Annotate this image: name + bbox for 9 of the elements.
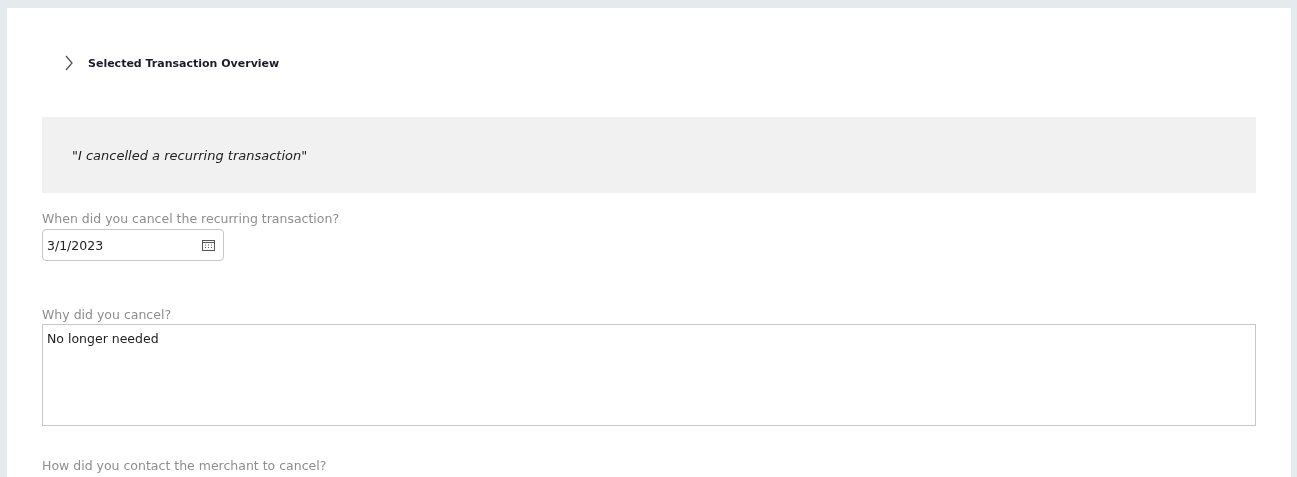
section-title[interactable]: Selected Transaction Overview: [88, 56, 280, 70]
quote-text: "I cancelled a recurring transaction": [72, 147, 308, 163]
field-label: When did you cancel the recurring transaction?: [42, 211, 341, 227]
date-field[interactable]: 3/1/2023: [42, 229, 224, 261]
calendar-icon[interactable]: [202, 239, 215, 251]
text-area[interactable]: No longer needed: [42, 324, 1256, 426]
chevron-right-icon[interactable]: [64, 55, 74, 71]
field-label: Why did you cancel?: [42, 307, 173, 323]
field-label: How did you contact the merchant to cancel?: [42, 458, 328, 474]
